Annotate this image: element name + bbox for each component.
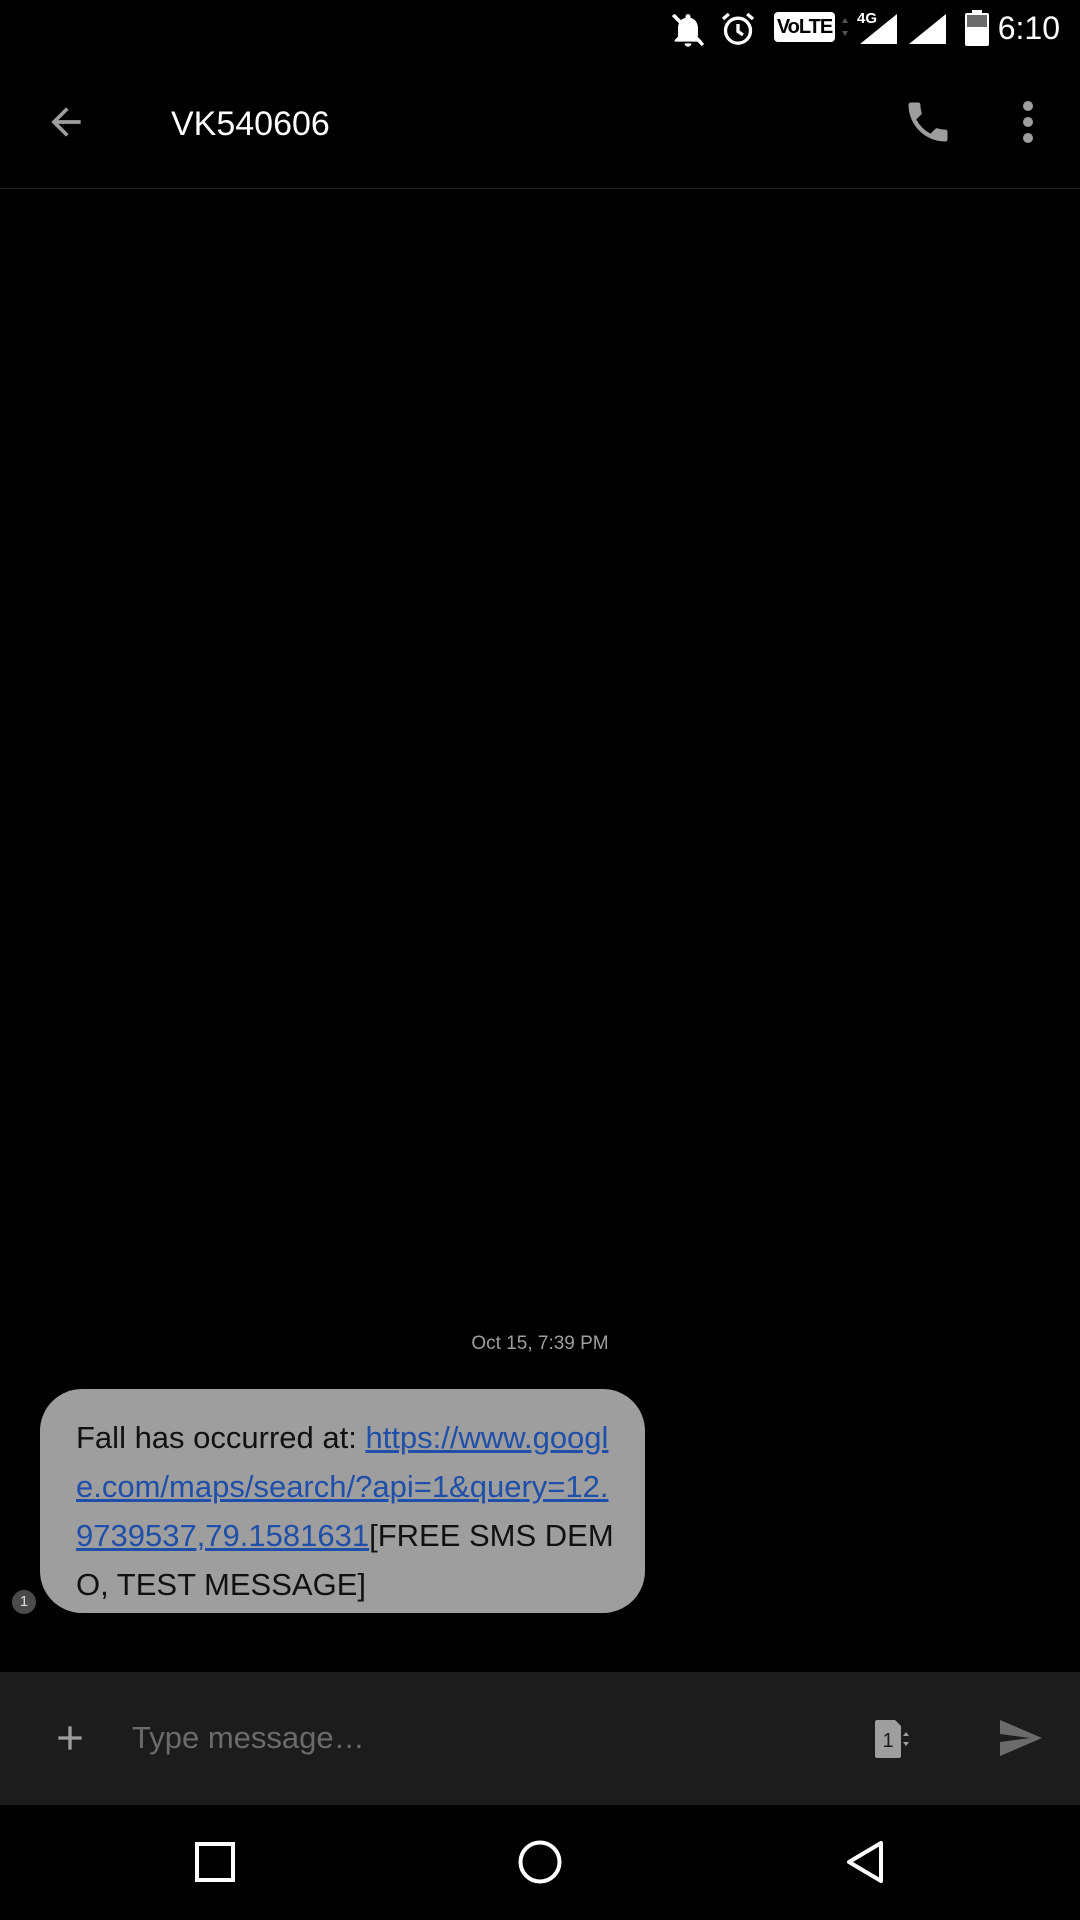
home-button[interactable] bbox=[495, 1822, 585, 1902]
status-time: 6:10 bbox=[997, 10, 1060, 46]
message-bubble[interactable]: Fall has occurred at: https://www.google… bbox=[40, 1389, 645, 1613]
sim-card-icon: 1 bbox=[875, 1720, 909, 1758]
messaging-screen: VoLTE 4G 6:10 VK540606 Oct 15, 7:39 PM F… bbox=[0, 0, 1080, 1920]
message-timestamp: Oct 15, 7:39 PM bbox=[471, 1333, 609, 1354]
contact-title: VK540606 bbox=[171, 105, 330, 143]
data-activity-icon bbox=[842, 18, 848, 36]
more-vert-icon bbox=[1023, 101, 1033, 143]
nav-back-button[interactable] bbox=[820, 1822, 910, 1902]
toolbar: VK540606 bbox=[0, 56, 1080, 189]
send-icon bbox=[1000, 1720, 1042, 1756]
alarm-icon bbox=[721, 12, 755, 45]
phone-icon bbox=[908, 102, 948, 142]
message-input[interactable] bbox=[132, 1708, 832, 1768]
send-button[interactable] bbox=[980, 1698, 1060, 1778]
volte-icon: VoLTE bbox=[774, 12, 835, 42]
battery-icon bbox=[965, 10, 989, 46]
home-icon bbox=[518, 1840, 562, 1884]
compose-bar: 1 bbox=[0, 1672, 1080, 1805]
signal-icon bbox=[860, 14, 897, 44]
attach-button[interactable] bbox=[30, 1698, 110, 1778]
message-text: Fall has occurred at: bbox=[76, 1420, 366, 1455]
call-button[interactable] bbox=[888, 82, 968, 162]
back-icon bbox=[847, 1841, 883, 1883]
arrow-back-icon bbox=[51, 107, 81, 137]
sim-badge: 1 bbox=[12, 1590, 36, 1614]
add-icon bbox=[58, 1726, 82, 1750]
back-button[interactable] bbox=[26, 82, 106, 162]
status-bar: VoLTE 4G 6:10 bbox=[0, 0, 1080, 56]
navigation-bar bbox=[0, 1805, 1080, 1920]
notifications-off-icon bbox=[671, 13, 705, 47]
more-options-button[interactable] bbox=[1000, 82, 1056, 162]
sim-card-number: 1 bbox=[882, 1730, 893, 1752]
sim-selector[interactable]: 1 bbox=[860, 1704, 920, 1774]
recents-icon bbox=[195, 1842, 235, 1882]
signal-icon bbox=[909, 14, 946, 44]
recents-button[interactable] bbox=[170, 1822, 260, 1902]
